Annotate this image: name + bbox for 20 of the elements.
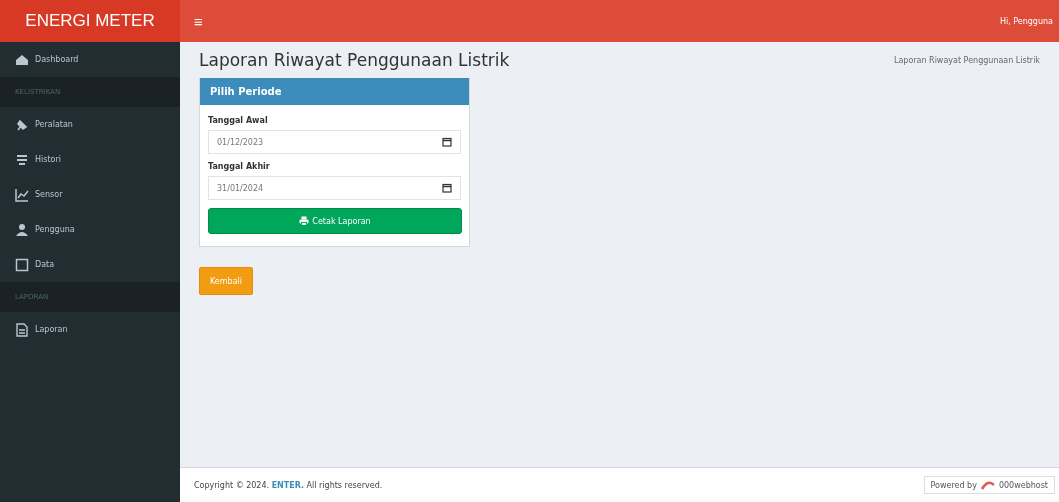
sidebar-item[interactable]: Pengguna <box>0 212 180 247</box>
host-name: 000webhost <box>998 480 1048 490</box>
date-input-field[interactable]: 01/12/2023 <box>208 130 461 154</box>
powered-by-text: Powered by <box>930 480 977 490</box>
brand-logo[interactable]: ENERGI METER <box>0 0 180 42</box>
sidebar-item[interactable]: Peralatan <box>0 107 180 142</box>
date-input-field[interactable]: 31/01/2024 <box>208 176 461 200</box>
sidebar-item[interactable]: Sensor <box>0 177 180 212</box>
user-greeting[interactable]: Hi, Pengguna <box>999 16 1053 26</box>
sidebar-item[interactable]: Data <box>0 247 180 282</box>
card-title: Pilih Periode <box>200 78 469 105</box>
breadcrumb[interactable]: Laporan Riwayat Penggunaan Listrik <box>893 55 1040 65</box>
copyright-text: Copyright © 2024. ENTER. All rights reserved. <box>194 480 383 490</box>
powered-by-badge[interactable]: Powered by 000webhost <box>923 476 1055 494</box>
sidebar-item[interactable]: Histori <box>0 142 180 177</box>
field-label: Tanggal Akhir <box>208 162 271 171</box>
sidebar-item[interactable]: Laporan <box>0 312 180 347</box>
sidebar-item[interactable]: Dashboard <box>0 42 180 77</box>
page-title: Laporan Riwayat Penggunaan Listrik <box>199 50 510 70</box>
field-label: Tanggal Awal <box>208 116 269 125</box>
